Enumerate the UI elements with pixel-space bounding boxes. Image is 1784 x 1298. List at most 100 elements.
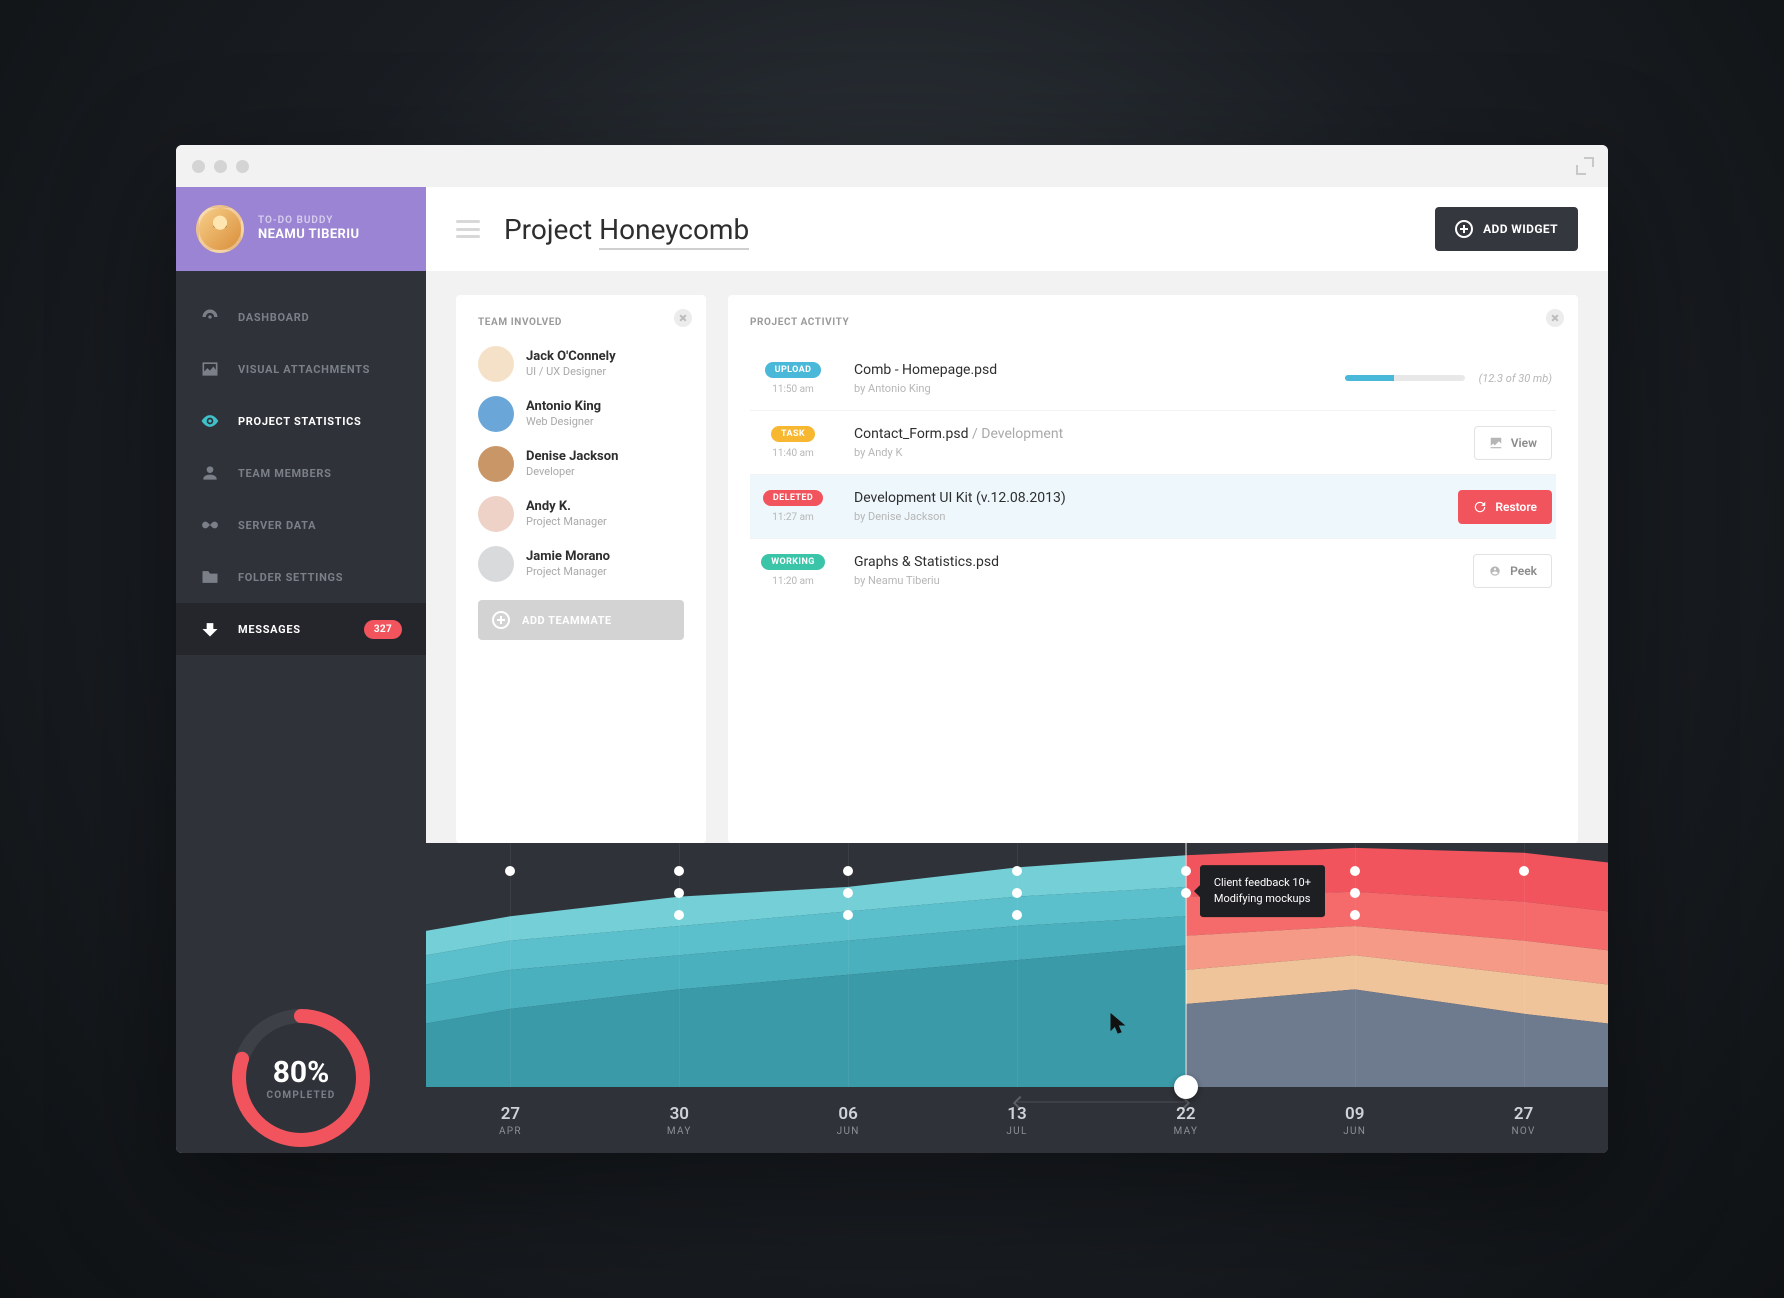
close-icon[interactable] bbox=[674, 309, 692, 327]
progress-ring-wrap: 80% COMPLETED bbox=[176, 973, 426, 1153]
page-header: Project Honeycomb ADD WIDGET bbox=[426, 187, 1608, 271]
member-role: Web Designer bbox=[526, 415, 601, 429]
timeline-axis: 27APR30MAY06JUN13JUL22MAY09JUN27NOV bbox=[426, 1087, 1608, 1153]
sidebar-item-folder-settings[interactable]: FOLDER SETTINGS bbox=[176, 551, 426, 603]
profile-text: TO-DO BUDDY NEAMU TIBERIU bbox=[258, 215, 359, 243]
activity-author: by Antonio King bbox=[854, 382, 1327, 395]
traffic-lights bbox=[192, 160, 249, 173]
activity-row: DELETED11:27 amDevelopment UI Kit (v.12.… bbox=[750, 474, 1556, 538]
activity-author: by Andy K bbox=[854, 446, 1456, 459]
team-member[interactable]: Denise JacksonDeveloper bbox=[478, 446, 684, 482]
inbox-icon bbox=[200, 619, 220, 639]
add-teammate-label: ADD TEAMMATE bbox=[522, 614, 612, 627]
upload-progress bbox=[1345, 375, 1465, 381]
app-body: TO-DO BUDDY NEAMU TIBERIU DASHBOARD VISUA… bbox=[176, 187, 1608, 1153]
avatar bbox=[478, 496, 514, 532]
sidebar-item-project-statistics[interactable]: PROJECT STATISTICS bbox=[176, 395, 426, 447]
sidebar-nav: DASHBOARD VISUAL ATTACHMENTSPROJECT STATI… bbox=[176, 271, 426, 655]
member-role: Developer bbox=[526, 465, 618, 479]
event-dot bbox=[505, 866, 515, 876]
traffic-minimize[interactable] bbox=[214, 160, 227, 173]
tick-month: JUL bbox=[1006, 1126, 1027, 1137]
close-icon[interactable] bbox=[1546, 309, 1564, 327]
team-member[interactable]: Jamie MoranoProject Manager bbox=[478, 546, 684, 582]
tick-month: MAY bbox=[667, 1126, 692, 1137]
progress-text: 80% COMPLETED bbox=[226, 1003, 376, 1153]
event-dot bbox=[674, 866, 684, 876]
traffic-close[interactable] bbox=[192, 160, 205, 173]
sidebar-item-server-data[interactable]: SERVER DATA bbox=[176, 499, 426, 551]
upload-size: (12.3 of 30 mb) bbox=[1479, 372, 1552, 385]
team-card: TEAM INVOLVED Jack O'ConnelyUI / UX Desi… bbox=[456, 295, 706, 843]
timeline-range bbox=[1017, 1101, 1186, 1103]
tick-month: JUN bbox=[1343, 1126, 1366, 1137]
activity-title: Graphs & Statistics.psd bbox=[854, 554, 1455, 570]
member-name: Andy K. bbox=[526, 499, 607, 515]
team-list: Jack O'ConnelyUI / UX Designer Antonio Ki… bbox=[478, 346, 684, 582]
avatar bbox=[478, 546, 514, 582]
cursor-icon bbox=[1110, 1013, 1126, 1035]
add-teammate-button[interactable]: ADD TEAMMATE bbox=[478, 600, 684, 640]
restore-button[interactable]: Restore bbox=[1458, 490, 1552, 524]
badge: 327 bbox=[364, 620, 402, 639]
activity-row: TASK11:40 amContact_Form.psd / Developme… bbox=[750, 410, 1556, 474]
status-tag: DELETED bbox=[763, 490, 823, 506]
sidebar-item-label: FOLDER SETTINGS bbox=[238, 571, 343, 584]
team-card-title: TEAM INVOLVED bbox=[478, 317, 684, 328]
eye-icon bbox=[200, 411, 220, 431]
team-member[interactable]: Jack O'ConnelyUI / UX Designer bbox=[478, 346, 684, 382]
sidebar-item-label: DASHBOARD bbox=[238, 311, 309, 324]
profile-name: NEAMU TIBERIU bbox=[258, 227, 359, 243]
tick-day: 06 bbox=[838, 1104, 857, 1124]
profile-block[interactable]: TO-DO BUDDY NEAMU TIBERIU bbox=[176, 187, 426, 271]
avatar bbox=[478, 396, 514, 432]
activity-time: 11:27 am bbox=[772, 512, 814, 523]
event-dot bbox=[1012, 888, 1022, 898]
tick-month: JUN bbox=[837, 1126, 860, 1137]
event-dot bbox=[1350, 888, 1360, 898]
tick-day: 30 bbox=[670, 1104, 689, 1124]
add-widget-button[interactable]: ADD WIDGET bbox=[1435, 207, 1578, 251]
tick-month: MAY bbox=[1173, 1126, 1198, 1137]
traffic-zoom[interactable] bbox=[236, 160, 249, 173]
timeline-tick[interactable]: 27APR bbox=[426, 1087, 595, 1153]
timeline-marker[interactable] bbox=[1174, 1075, 1198, 1099]
sidebar-item-label: SERVER DATA bbox=[238, 519, 316, 532]
sidebar-item-dashboard[interactable]: DASHBOARD bbox=[176, 291, 426, 343]
activity-author: by Neamu Tiberiu bbox=[854, 574, 1455, 587]
team-member[interactable]: Andy K.Project Manager bbox=[478, 496, 684, 532]
menu-icon[interactable] bbox=[456, 220, 480, 238]
team-member[interactable]: Antonio KingWeb Designer bbox=[478, 396, 684, 432]
content-row: TEAM INVOLVED Jack O'ConnelyUI / UX Desi… bbox=[426, 271, 1608, 843]
activity-card: PROJECT ACTIVITY UPLOAD11:50 amComb - Ho… bbox=[728, 295, 1578, 843]
view-button[interactable]: View bbox=[1474, 426, 1552, 460]
member-name: Antonio King bbox=[526, 399, 601, 415]
timeline-tick[interactable]: 30 MAY bbox=[595, 1087, 764, 1153]
progress-label: COMPLETED bbox=[267, 1090, 336, 1101]
page-title-pre: Project bbox=[504, 213, 599, 246]
event-dot bbox=[674, 910, 684, 920]
peek-button[interactable]: Peek bbox=[1473, 554, 1552, 588]
infinity-icon bbox=[200, 515, 220, 535]
status-tag: UPLOAD bbox=[765, 362, 822, 378]
gridline bbox=[679, 843, 680, 1087]
timeline-tick[interactable]: 27NOV bbox=[1439, 1087, 1608, 1153]
expand-icon[interactable] bbox=[1576, 157, 1594, 175]
activity-title: Contact_Form.psd / Development bbox=[854, 426, 1456, 442]
sidebar-item-team-members[interactable]: TEAM MEMBERS bbox=[176, 447, 426, 499]
sidebar-item-label: TEAM MEMBERS bbox=[238, 467, 332, 480]
timeline-tick[interactable]: 13JUL bbox=[933, 1087, 1102, 1153]
member-role: Project Manager bbox=[526, 565, 610, 579]
gridline bbox=[510, 843, 511, 1087]
timeline-tick[interactable]: 09JUN bbox=[1270, 1087, 1439, 1153]
activity-title: Comb - Homepage.psd bbox=[854, 362, 1327, 378]
sidebar-item-label: MESSAGES bbox=[238, 623, 301, 636]
sidebar-item-messages[interactable]: MESSAGES 327 bbox=[176, 603, 426, 655]
timeline-chart[interactable]: 27APR30MAY06JUN13JUL22MAY09JUN27NOV Clie… bbox=[426, 843, 1608, 1153]
member-role: UI / UX Designer bbox=[526, 365, 616, 379]
timeline-tick[interactable]: 06 JUN bbox=[764, 1087, 933, 1153]
sidebar-item-visual-attachments[interactable]: VISUAL ATTACHMENTS bbox=[176, 343, 426, 395]
user-icon bbox=[200, 463, 220, 483]
activity-list: UPLOAD11:50 amComb - Homepage.psdby Anto… bbox=[750, 346, 1556, 602]
avatar bbox=[196, 205, 244, 253]
